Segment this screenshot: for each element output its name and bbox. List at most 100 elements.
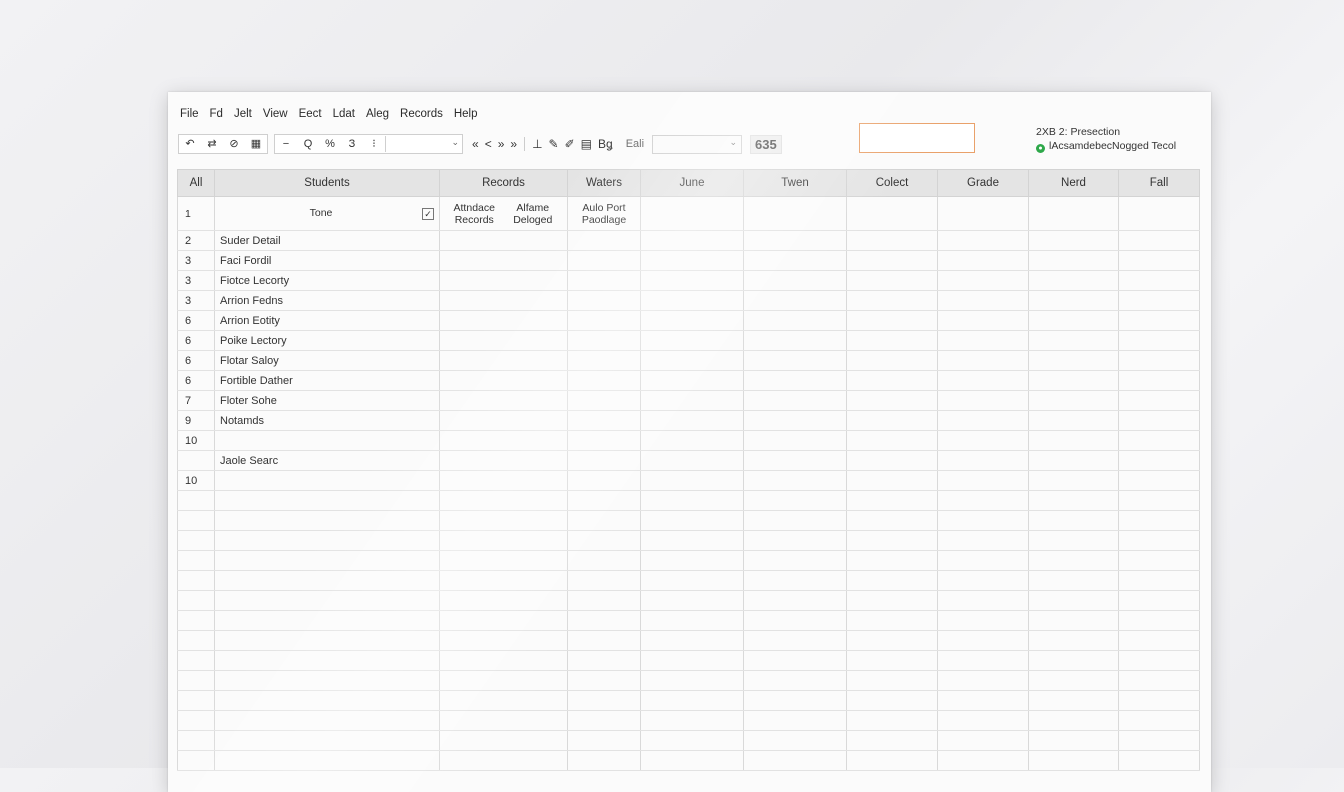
table-cell[interactable] <box>640 730 744 751</box>
table-cell[interactable] <box>1028 196 1119 231</box>
table-cell[interactable] <box>567 570 641 591</box>
table-cell[interactable] <box>640 370 744 391</box>
student-name-cell[interactable] <box>214 730 440 751</box>
table-cell[interactable] <box>937 230 1029 251</box>
table-cell[interactable] <box>640 270 744 291</box>
table-cell[interactable] <box>1118 250 1200 271</box>
table-cell[interactable] <box>1028 250 1119 271</box>
table-cell[interactable] <box>439 350 568 371</box>
table-cell[interactable] <box>846 290 938 311</box>
table-cell[interactable] <box>743 430 847 451</box>
table-cell[interactable] <box>640 550 744 571</box>
table-cell[interactable] <box>1118 430 1200 451</box>
table-cell[interactable] <box>439 250 568 271</box>
table-cell[interactable] <box>846 330 938 351</box>
pencil-icon[interactable]: ✐ <box>562 137 578 151</box>
table-cell[interactable] <box>743 650 847 671</box>
table-cell[interactable] <box>1118 290 1200 311</box>
table-cell[interactable] <box>846 570 938 591</box>
chart-icon[interactable]: Bǥ <box>595 137 616 151</box>
table-cell[interactable] <box>1118 670 1200 691</box>
table-cell[interactable] <box>567 650 641 671</box>
menu-records[interactable]: Records <box>400 108 449 120</box>
table-cell[interactable] <box>846 350 938 371</box>
column-header-nerd[interactable]: Nerd <box>1028 169 1119 197</box>
table-cell[interactable] <box>439 330 568 351</box>
table-cell[interactable] <box>1118 590 1200 611</box>
student-name-cell[interactable] <box>214 670 440 691</box>
table-cell[interactable] <box>640 710 744 731</box>
student-name-cell[interactable] <box>214 550 440 571</box>
undo-icon[interactable]: ↶ <box>179 135 201 153</box>
column-header-june[interactable]: June <box>640 169 744 197</box>
table-cell[interactable] <box>439 470 568 491</box>
table-cell[interactable] <box>1028 570 1119 591</box>
table-cell[interactable] <box>1028 270 1119 291</box>
select-all-header[interactable]: All <box>177 169 215 197</box>
table-cell[interactable] <box>439 710 568 731</box>
table-cell[interactable] <box>1028 430 1119 451</box>
table-cell[interactable] <box>743 730 847 751</box>
table-cell[interactable] <box>846 730 938 751</box>
table-cell[interactable] <box>567 590 641 611</box>
table-cell[interactable] <box>567 350 641 371</box>
table-cell[interactable] <box>640 670 744 691</box>
first-page-icon[interactable]: « <box>469 137 482 151</box>
table-cell[interactable] <box>937 550 1029 571</box>
table-cell[interactable] <box>567 510 641 531</box>
student-name-cell[interactable] <box>214 690 440 711</box>
table-cell[interactable] <box>743 450 847 471</box>
table-cell[interactable] <box>439 450 568 471</box>
search-icon[interactable]: Q <box>297 135 319 153</box>
student-name-cell[interactable]: Jaole Searc <box>214 450 440 471</box>
table-cell[interactable] <box>439 630 568 651</box>
minus-icon[interactable]: − <box>275 135 297 153</box>
table-cell[interactable] <box>640 470 744 491</box>
table-cell[interactable] <box>1118 270 1200 291</box>
table-cell[interactable] <box>937 630 1029 651</box>
table-cell[interactable] <box>846 196 938 231</box>
table-cell[interactable] <box>743 250 847 271</box>
table-cell[interactable] <box>1118 370 1200 391</box>
table-cell[interactable] <box>1118 350 1200 371</box>
last-page-icon[interactable]: » <box>507 137 520 151</box>
table-cell[interactable] <box>1118 730 1200 751</box>
table-cell[interactable] <box>439 430 568 451</box>
table-cell[interactable] <box>1118 530 1200 551</box>
table-cell[interactable] <box>439 370 568 391</box>
table-cell[interactable]: Aulo Port Paodlage <box>567 196 641 231</box>
menu-help[interactable]: Help <box>454 108 484 120</box>
table-cell[interactable] <box>743 270 847 291</box>
table-cell[interactable] <box>1118 630 1200 651</box>
table-cell[interactable] <box>1028 710 1119 731</box>
table-cell[interactable] <box>937 410 1029 431</box>
table-cell[interactable] <box>1118 450 1200 471</box>
student-name-cell[interactable]: Arrion Fedns <box>214 290 440 311</box>
table-cell[interactable] <box>1028 530 1119 551</box>
student-name-cell[interactable] <box>214 610 440 631</box>
table-cell[interactable] <box>1028 450 1119 471</box>
table-cell[interactable] <box>846 270 938 291</box>
table-cell[interactable] <box>1028 610 1119 631</box>
table-cell[interactable] <box>846 390 938 411</box>
table-cell[interactable] <box>937 470 1029 491</box>
table-cell[interactable] <box>743 350 847 371</box>
table-cell[interactable] <box>743 570 847 591</box>
table-cell[interactable] <box>937 730 1029 751</box>
table-cell[interactable] <box>937 270 1029 291</box>
student-name-cell[interactable] <box>214 630 440 651</box>
table-cell[interactable] <box>743 670 847 691</box>
table-cell[interactable] <box>1028 650 1119 671</box>
anchor-icon[interactable]: ⊥ <box>529 137 545 151</box>
table-cell[interactable] <box>1028 510 1119 531</box>
table-cell[interactable] <box>1118 610 1200 631</box>
table-cell[interactable] <box>567 610 641 631</box>
table-cell[interactable] <box>1028 690 1119 711</box>
table-cell[interactable] <box>439 290 568 311</box>
prev-page-icon[interactable]: < <box>482 137 495 151</box>
table-cell[interactable] <box>1028 370 1119 391</box>
table-cell[interactable] <box>1028 310 1119 331</box>
table-cell[interactable] <box>937 370 1029 391</box>
table-cell[interactable] <box>567 730 641 751</box>
table-cell[interactable] <box>1118 570 1200 591</box>
